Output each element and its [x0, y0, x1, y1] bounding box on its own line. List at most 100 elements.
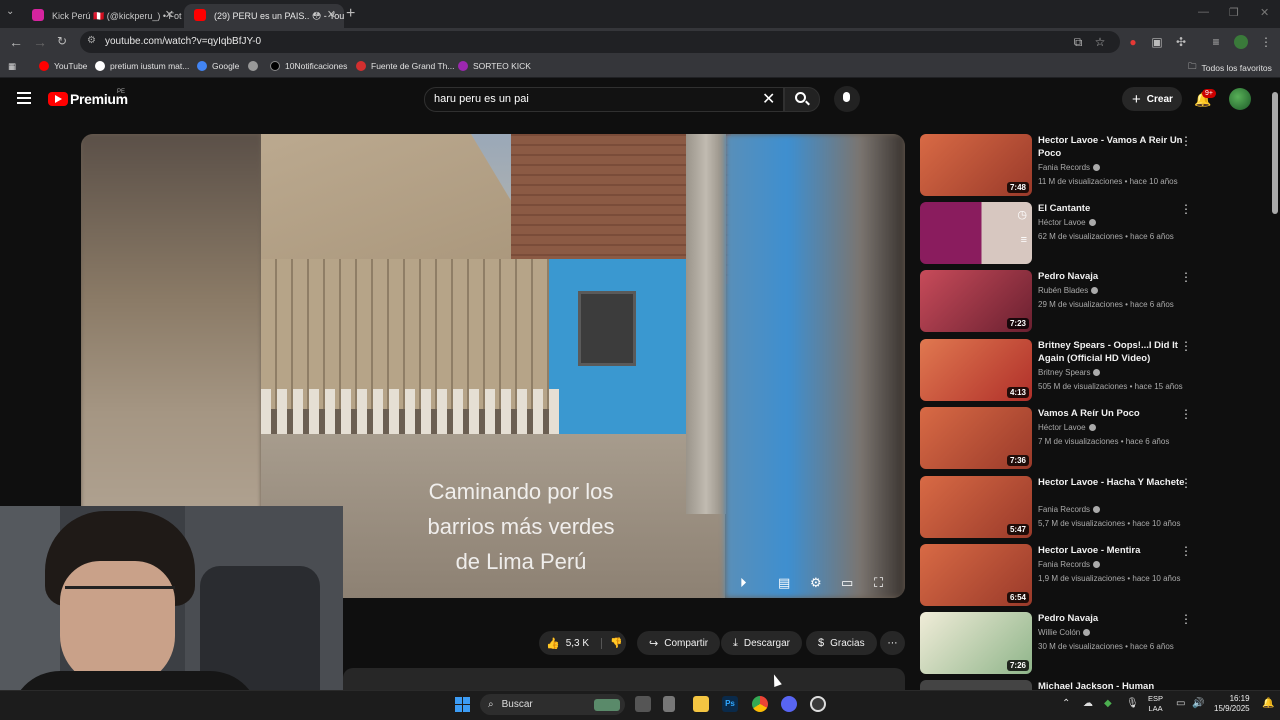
- video-title[interactable]: Britney Spears - Oops!...I Did It Again …: [1038, 339, 1188, 365]
- more-vertical-icon[interactable]: ⋮: [1180, 407, 1192, 421]
- description-box[interactable]: [343, 668, 905, 690]
- recommendation-item[interactable]: ◷ ≡ El Cantante Héctor Lavoe 62 M de vis…: [920, 202, 1200, 266]
- fullscreen-icon[interactable]: ⛶: [874, 575, 883, 591]
- close-tab-icon[interactable]: ✕: [165, 8, 174, 21]
- video-thumbnail[interactable]: 7:23: [920, 270, 1032, 332]
- tab-youtube[interactable]: (29) PERU es un PAIS.. 😳 - You ✕: [184, 4, 344, 28]
- more-vertical-icon[interactable]: ⋮: [1180, 544, 1192, 558]
- channel-name[interactable]: Fania Records: [1038, 163, 1101, 172]
- search-input-value[interactable]: haru peru es un pai: [434, 93, 529, 105]
- video-thumbnail[interactable]: 5:47: [920, 476, 1032, 538]
- extension-icon[interactable]: ▣: [1150, 35, 1164, 49]
- more-vertical-icon[interactable]: ⋮: [1180, 476, 1192, 490]
- recommendation-item[interactable]: 7:48 Hector Lavoe - Vamos A Reir Un Poco…: [920, 134, 1200, 198]
- more-vertical-icon[interactable]: ⋮: [1180, 134, 1192, 148]
- channel-name[interactable]: Héctor Lavoe: [1038, 423, 1096, 432]
- back-icon[interactable]: ←: [9, 34, 23, 50]
- video-title[interactable]: Hector Lavoe - Vamos A Reir Un Poco: [1038, 134, 1188, 160]
- reload-icon[interactable]: ↻: [57, 34, 67, 48]
- task-view-icon[interactable]: [635, 696, 651, 712]
- bookmark-fuente-gta[interactable]: Fuente de Grand Th...: [356, 61, 454, 71]
- channel-name[interactable]: Willie Colón: [1038, 628, 1091, 637]
- recommendation-item[interactable]: 7:26 Pedro Navaja Willie Colón 30 M de v…: [920, 612, 1200, 676]
- video-thumbnail[interactable]: 7:48: [920, 134, 1032, 196]
- channel-name[interactable]: Fania Records: [1038, 505, 1101, 514]
- video-thumbnail[interactable]: ◷ ≡: [920, 202, 1032, 264]
- site-info-icon[interactable]: ⚙: [87, 35, 96, 46]
- extensions-puzzle-icon[interactable]: ✣: [1174, 35, 1188, 49]
- taskbar-search-input[interactable]: ⌕ Buscar: [480, 694, 625, 715]
- bookmark-google[interactable]: Google: [197, 61, 239, 71]
- onedrive-icon[interactable]: ☁: [1083, 698, 1093, 709]
- channel-name[interactable]: Rubén Blades: [1038, 286, 1099, 295]
- recommendation-item[interactable]: 6:54 Hector Lavoe - Mentira Fania Record…: [920, 544, 1200, 608]
- subtitles-icon[interactable]: ▤: [778, 575, 790, 591]
- bookmark-sorteo-kick[interactable]: SORTEO KICK: [458, 61, 531, 71]
- add-to-queue-icon[interactable]: ≡: [1021, 234, 1027, 246]
- more-vertical-icon[interactable]: ⋮: [1180, 339, 1192, 353]
- close-tab-icon[interactable]: ✕: [327, 8, 336, 21]
- extension-record-icon[interactable]: ●: [1126, 35, 1140, 49]
- obs-icon[interactable]: [810, 696, 826, 712]
- autoplay-toggle[interactable]: ⏵: [740, 575, 747, 591]
- video-title[interactable]: Michael Jackson - Human: [1038, 680, 1188, 690]
- more-actions-button[interactable]: ⋯: [880, 631, 905, 655]
- scrollbar-thumb[interactable]: [1272, 92, 1278, 214]
- recommendation-item-partial[interactable]: Michael Jackson - Human: [920, 680, 1200, 690]
- all-bookmarks-folder[interactable]: 🗀 Todos los favoritos: [1188, 61, 1272, 75]
- bookmark-unnamed[interactable]: [248, 61, 263, 71]
- menu-hamburger-icon[interactable]: [17, 92, 31, 104]
- microphone-icon[interactable]: [843, 92, 850, 102]
- video-title[interactable]: El Cantante: [1038, 202, 1188, 215]
- youtube-logo-icon[interactable]: [48, 92, 68, 106]
- windows-start-icon[interactable]: [455, 697, 470, 712]
- chrome-icon[interactable]: [752, 696, 768, 712]
- more-vertical-icon[interactable]: ⋮: [1180, 202, 1192, 216]
- reading-list-icon[interactable]: ≡: [1209, 35, 1223, 49]
- new-tab-button[interactable]: +: [346, 5, 355, 23]
- recommendation-item[interactable]: 7:23 Pedro Navaja Rubén Blades 29 M de v…: [920, 270, 1200, 334]
- recommendation-item[interactable]: 7:36 Vamos A Reír Un Poco Héctor Lavoe 7…: [920, 407, 1200, 471]
- video-title[interactable]: Vamos A Reír Un Poco: [1038, 407, 1188, 420]
- network-icon[interactable]: ▭: [1176, 698, 1185, 709]
- recommendation-item[interactable]: 4:13 Britney Spears - Oops!...I Did It A…: [920, 339, 1200, 403]
- video-title[interactable]: Pedro Navaja: [1038, 612, 1188, 625]
- thanks-button[interactable]: $ Gracias: [806, 631, 877, 655]
- video-thumbnail[interactable]: 4:13: [920, 339, 1032, 401]
- like-button[interactable]: 👍 5,3 K 👎: [539, 631, 626, 655]
- profile-avatar-icon[interactable]: [1234, 35, 1248, 49]
- video-title[interactable]: Hector Lavoe - Hacha Y Machete: [1038, 476, 1188, 489]
- video-thumbnail[interactable]: 7:26: [920, 612, 1032, 674]
- language-indicator[interactable]: ESP LAA: [1148, 694, 1163, 714]
- cast-icon[interactable]: ⧉: [1071, 35, 1085, 49]
- video-thumbnail[interactable]: 7:36: [920, 407, 1032, 469]
- channel-name[interactable]: Héctor Lavoe: [1038, 218, 1096, 227]
- bookmark-10notificaciones[interactable]: 10Notificaciones: [270, 61, 347, 71]
- download-button[interactable]: ⤓ Descargar: [721, 631, 803, 655]
- system-clock[interactable]: 16:19 15/9/2025: [1214, 694, 1250, 714]
- share-button[interactable]: ↪ Compartir: [637, 631, 721, 655]
- apps-grid-icon[interactable]: ▦: [8, 61, 16, 72]
- maximize-icon[interactable]: ❐: [1229, 6, 1239, 19]
- theater-mode-icon[interactable]: ▭: [841, 575, 853, 591]
- recommendation-item[interactable]: 5:47 Hector Lavoe - Hacha Y Machete Fani…: [920, 476, 1200, 540]
- discord-icon[interactable]: [781, 696, 797, 712]
- thumbs-down-icon[interactable]: 👎: [601, 637, 623, 649]
- forward-icon[interactable]: →: [33, 34, 47, 50]
- app-icon[interactable]: [663, 696, 675, 712]
- clear-search-icon[interactable]: ✕: [762, 89, 775, 109]
- photoshop-icon[interactable]: Ps: [722, 696, 738, 712]
- security-icon[interactable]: ◆: [1104, 698, 1112, 709]
- channel-name[interactable]: Britney Spears: [1038, 368, 1101, 377]
- channel-name[interactable]: Fania Records: [1038, 560, 1101, 569]
- close-window-icon[interactable]: ✕: [1260, 6, 1269, 19]
- video-title[interactable]: Hector Lavoe - Mentira: [1038, 544, 1188, 557]
- more-vertical-icon[interactable]: ⋮: [1180, 270, 1192, 284]
- notifications-icon[interactable]: 🔔: [1262, 698, 1274, 709]
- settings-gear-icon[interactable]: ⚙: [810, 575, 822, 591]
- account-avatar[interactable]: [1229, 88, 1251, 110]
- menu-kebab-icon[interactable]: ⋮: [1259, 35, 1273, 49]
- tab-instagram[interactable]: Kick Perú 🇵🇪 (@kickperu_) • Fot ✕: [22, 4, 182, 28]
- bookmark-pretium[interactable]: pretium iustum mat...: [95, 61, 189, 71]
- search-icon[interactable]: [795, 92, 806, 103]
